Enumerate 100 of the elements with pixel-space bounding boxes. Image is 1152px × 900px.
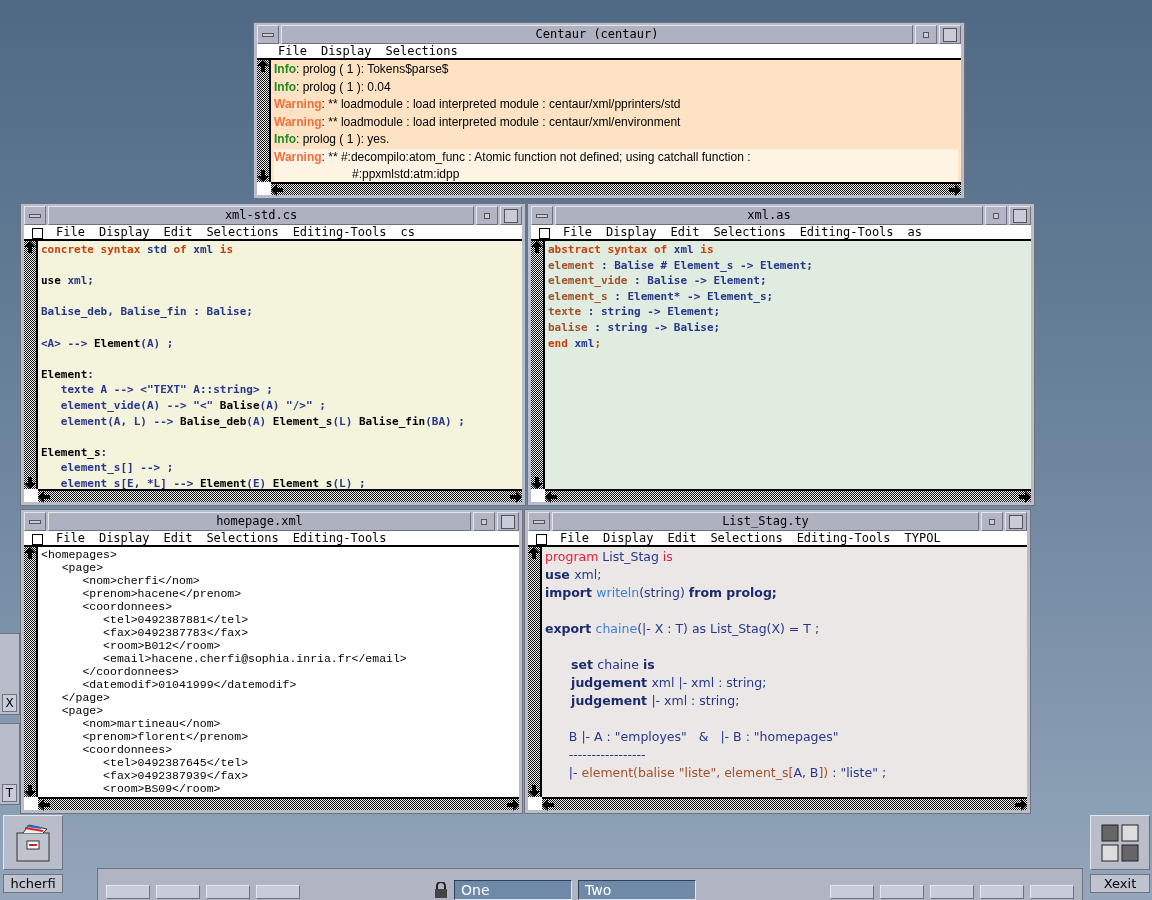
arrow-up-icon[interactable] bbox=[24, 241, 36, 253]
code-line: <page> bbox=[60, 704, 105, 717]
menu-item[interactable]: Editing-Tools bbox=[789, 531, 898, 545]
window-menu-button[interactable] bbox=[531, 206, 553, 225]
menu-item[interactable]: Display bbox=[595, 531, 661, 545]
menu-item[interactable]: Editing-Tools bbox=[285, 531, 394, 545]
window-menu-button[interactable] bbox=[528, 512, 550, 531]
arrow-up-icon[interactable] bbox=[528, 547, 540, 559]
arrow-left-icon[interactable] bbox=[545, 490, 557, 503]
arrow-down-icon[interactable] bbox=[257, 170, 269, 182]
menu-item[interactable]: Selections bbox=[706, 225, 793, 239]
window-title[interactable]: X bbox=[2, 694, 17, 712]
window-menu-button[interactable] bbox=[257, 25, 279, 44]
maximize-button[interactable] bbox=[1009, 206, 1031, 225]
workspace-button[interactable]: Two bbox=[578, 880, 696, 900]
maximize-button[interactable] bbox=[1005, 512, 1027, 531]
arrow-down-icon[interactable] bbox=[24, 785, 36, 797]
arrow-left-icon[interactable] bbox=[271, 183, 283, 196]
window-menu-button[interactable] bbox=[24, 206, 46, 225]
file-drawer-icon[interactable] bbox=[13, 822, 53, 863]
panel-control[interactable] bbox=[156, 885, 200, 899]
menu-item[interactable]: File bbox=[271, 44, 314, 58]
minimize-button[interactable] bbox=[476, 206, 498, 225]
minimize-button[interactable] bbox=[981, 512, 1003, 531]
menu-item[interactable]: Edit bbox=[156, 225, 200, 239]
menu-item[interactable]: Edit bbox=[660, 531, 704, 545]
menu-item[interactable]: Edit bbox=[156, 531, 200, 545]
panel-control[interactable] bbox=[206, 885, 250, 899]
vertical-scrollbar[interactable] bbox=[531, 241, 545, 489]
checkbox[interactable] bbox=[32, 533, 43, 545]
horizontal-scrollbar[interactable] bbox=[38, 797, 519, 810]
menu-item[interactable]: Edit bbox=[663, 225, 707, 239]
menu-item[interactable]: File bbox=[556, 225, 599, 239]
icon-label[interactable]: hcherfi bbox=[3, 874, 63, 893]
menu-item[interactable]: File bbox=[49, 225, 92, 239]
menu-item[interactable]: Selections bbox=[199, 531, 286, 545]
panel-control[interactable] bbox=[880, 885, 924, 899]
maximize-button[interactable] bbox=[939, 25, 961, 44]
menu-item[interactable]: Editing-Tools bbox=[792, 225, 901, 239]
icon-label[interactable]: Xexit bbox=[1090, 874, 1150, 893]
arrow-right-icon[interactable] bbox=[510, 490, 522, 503]
horizontal-scrollbar[interactable] bbox=[545, 489, 1031, 502]
menu-item[interactable]: Display bbox=[91, 225, 157, 239]
menu-item[interactable]: as bbox=[900, 225, 929, 239]
panel-control[interactable] bbox=[1030, 885, 1074, 899]
window-title[interactable]: T bbox=[2, 784, 17, 802]
arrow-up-icon[interactable] bbox=[257, 60, 269, 72]
workspace-button[interactable]: One bbox=[454, 880, 572, 900]
arrow-right-icon[interactable] bbox=[949, 183, 961, 196]
minimize-button[interactable] bbox=[473, 512, 495, 531]
arrow-left-icon[interactable] bbox=[38, 490, 50, 503]
horizontal-scrollbar[interactable] bbox=[542, 797, 1027, 810]
padlock-icon[interactable] bbox=[434, 882, 448, 898]
vertical-scrollbar[interactable] bbox=[257, 60, 271, 182]
arrow-right-icon[interactable] bbox=[1015, 798, 1027, 811]
panel-control[interactable] bbox=[830, 885, 874, 899]
arrow-right-icon[interactable] bbox=[507, 798, 519, 811]
panel-control[interactable] bbox=[106, 885, 150, 899]
menu-item[interactable]: Selections bbox=[378, 44, 465, 58]
menu-item[interactable]: Display bbox=[313, 44, 379, 58]
menu-item[interactable]: Selections bbox=[199, 225, 286, 239]
arrow-up-icon[interactable] bbox=[531, 241, 543, 253]
horizontal-scrollbar[interactable] bbox=[38, 489, 522, 502]
panel-control[interactable] bbox=[930, 885, 974, 899]
menu-item[interactable]: Display bbox=[598, 225, 664, 239]
arrow-down-icon[interactable] bbox=[24, 477, 36, 489]
menu-item[interactable]: File bbox=[49, 531, 92, 545]
menu-item[interactable]: Editing-Tools bbox=[285, 225, 394, 239]
menu-item[interactable]: Selections bbox=[703, 531, 790, 545]
menu-item[interactable]: TYPOL bbox=[897, 531, 948, 545]
menu-item[interactable]: cs bbox=[393, 225, 422, 239]
vertical-scrollbar[interactable] bbox=[24, 547, 38, 797]
checkbox[interactable] bbox=[539, 227, 550, 239]
minimize-button[interactable] bbox=[985, 206, 1007, 225]
horizontal-scrollbar[interactable] bbox=[271, 182, 961, 195]
maximize-button[interactable] bbox=[497, 512, 519, 531]
panel-control[interactable] bbox=[980, 885, 1024, 899]
arrow-right-icon[interactable] bbox=[1019, 490, 1031, 503]
vertical-scrollbar[interactable] bbox=[24, 241, 38, 489]
checkbox[interactable] bbox=[32, 227, 43, 239]
window-menu-button[interactable] bbox=[24, 512, 46, 531]
menu-item[interactable]: File bbox=[553, 531, 596, 545]
log-entry: Info: prolog ( 1 ): Tokens$parse$ bbox=[274, 61, 450, 78]
code-line: <email>hacene.cherfi@sophia.inria.fr</email> bbox=[102, 652, 408, 665]
arrow-left-icon[interactable] bbox=[542, 798, 554, 811]
panel-control[interactable] bbox=[256, 885, 300, 899]
window-grid-icon[interactable] bbox=[1100, 822, 1140, 863]
vertical-scrollbar[interactable] bbox=[528, 547, 542, 797]
window-title: xml.as bbox=[555, 206, 983, 225]
code-line: <A> --> Element(A) ; bbox=[41, 335, 175, 352]
minimize-button[interactable] bbox=[915, 25, 937, 44]
menu-item[interactable]: Display bbox=[91, 531, 157, 545]
arrow-up-icon[interactable] bbox=[24, 547, 36, 559]
square-icon bbox=[501, 514, 515, 529]
arrow-left-icon[interactable] bbox=[38, 798, 50, 811]
code-line: set chaine is bbox=[570, 656, 656, 674]
checkbox[interactable] bbox=[536, 533, 547, 545]
arrow-down-icon[interactable] bbox=[531, 477, 543, 489]
maximize-button[interactable] bbox=[500, 206, 522, 225]
arrow-down-icon[interactable] bbox=[528, 785, 540, 797]
